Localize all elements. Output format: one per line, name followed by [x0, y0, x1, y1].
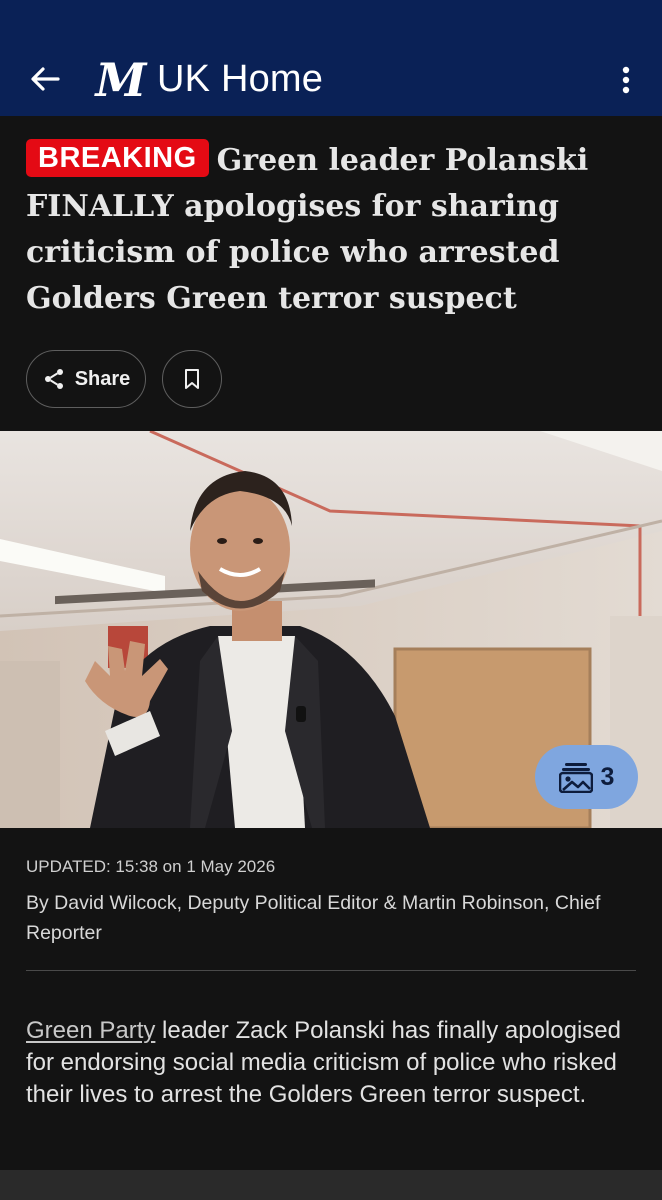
svg-text:M: M — [94, 56, 149, 102]
green-party-link[interactable]: Green Party — [26, 1017, 155, 1044]
bookmark-button[interactable] — [162, 350, 222, 408]
gallery-count: 3 — [600, 762, 615, 791]
bookmark-icon — [185, 369, 199, 389]
breaking-badge: BREAKING — [26, 139, 209, 177]
share-icon — [44, 369, 63, 389]
bottom-strip — [0, 1170, 662, 1200]
app-title: UK Home — [157, 58, 324, 100]
more-vertical-icon — [622, 66, 630, 94]
article-headline: BREAKING Green leader Polanski FINALLY ap… — [26, 138, 626, 322]
article-body-paragraph: Green Party leader Zack Polanski has fin… — [26, 1015, 638, 1111]
mail-logo: M — [92, 56, 150, 102]
updated-timestamp: UPDATED: 15:38 on 1 May 2026 — [26, 857, 276, 876]
byline: By David Wilcock, Deputy Political Edito… — [26, 892, 601, 944]
app-header: M UK Home — [0, 42, 662, 116]
arrow-left-icon — [31, 67, 60, 91]
back-button[interactable] — [24, 60, 66, 98]
share-button[interactable]: Share — [26, 350, 146, 408]
gallery-button[interactable]: 3 — [535, 745, 638, 809]
divider — [26, 970, 636, 971]
headline-block: BREAKING Green leader Polanski FINALLY ap… — [26, 138, 626, 322]
image-gallery-icon — [558, 763, 593, 793]
status-bar — [0, 0, 662, 42]
share-label: Share — [74, 367, 131, 390]
overflow-menu-button[interactable] — [608, 60, 644, 100]
